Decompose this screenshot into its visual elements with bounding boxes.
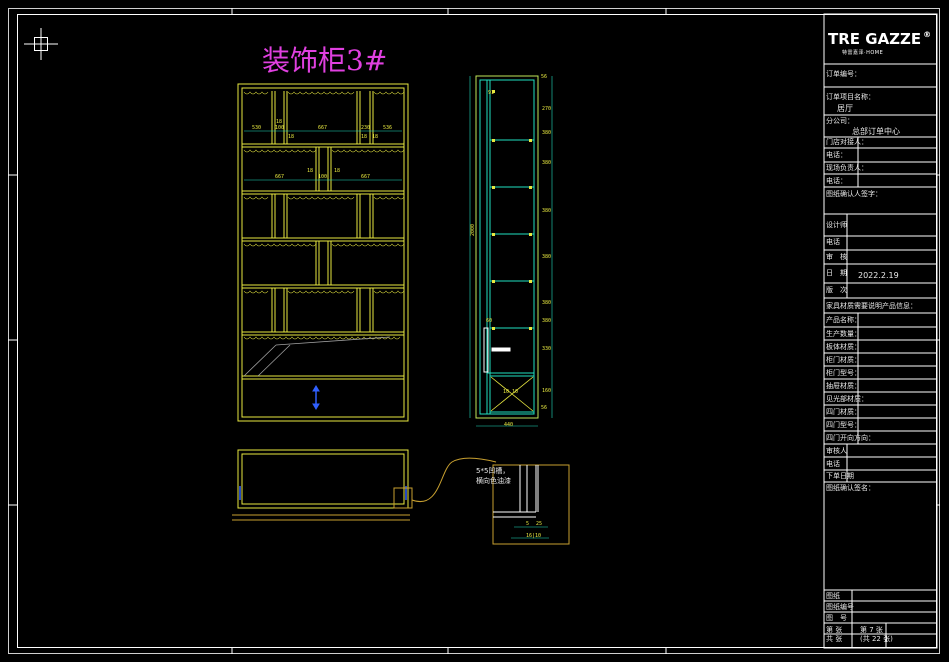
drawing-title: 装饰柜3# <box>262 44 388 77</box>
tb-edge-material-label: 见光部材质： <box>826 395 868 403</box>
cursor-crosshair <box>24 28 58 60</box>
tb-production-qty-label: 生产数量： <box>826 330 861 338</box>
tb-door-model-label: 柜门型号： <box>826 369 861 377</box>
dim-depth-label: 440 <box>504 422 514 428</box>
brand-logo-text: TRE GAZZE <box>828 30 922 48</box>
dim-label: 100 <box>318 174 328 180</box>
tb-product-name-label: 产品名称： <box>826 316 861 324</box>
dim-label: 56 <box>541 405 548 411</box>
dim-label: 330 <box>542 346 552 352</box>
dim-label: 667 <box>275 174 285 180</box>
tb-review-label: 审 核 <box>826 253 847 261</box>
dim-label: 56 <box>541 74 548 80</box>
dim-label: 18 <box>288 134 295 140</box>
tb-designer-label: 设计师 <box>826 221 847 229</box>
door-open-arrow-icon <box>312 385 320 410</box>
tb-drawing-no-label: 图纸编号 <box>826 603 854 611</box>
tb-board-material-label: 板体材质： <box>826 343 861 351</box>
dim-label: 5 <box>526 521 530 527</box>
side-section <box>475 75 539 419</box>
tb-sign-label: 图纸确认签名： <box>826 484 875 492</box>
dim-label: 16|10 <box>526 533 542 539</box>
plan-view <box>237 449 409 509</box>
tb-pages-label: 第 张 <box>826 626 843 634</box>
tb-phone-label: 电话 <box>826 238 840 246</box>
slot-note-line1: 5*5凹槽， <box>476 467 510 475</box>
tb-branch-label: 分公司： <box>826 117 854 125</box>
dim-label: 25 <box>536 521 543 527</box>
dim-label: 667 <box>318 125 328 131</box>
tb-drawer-material-label: 抽屉材质： <box>826 382 861 390</box>
tb-reviewer-label: 审核人 <box>826 447 847 455</box>
plan-base-line <box>232 514 410 521</box>
dim-label: 380 <box>542 130 552 136</box>
dim-label: 18 <box>334 168 341 174</box>
tb-version-label: 版 次 <box>826 286 847 294</box>
front-lower-hatch <box>243 336 391 377</box>
dim-label: 380 <box>542 318 552 324</box>
dim-label: 530 <box>252 125 262 131</box>
tb-project-value: 居厅 <box>837 104 853 113</box>
tb-branch-value: 总部订单中心 <box>852 127 900 136</box>
tb-door-material-label: 柜门材质： <box>826 356 861 364</box>
tb-project-label: 订单项目名称： <box>826 93 875 101</box>
tb-phone-label: 电话： <box>826 177 847 185</box>
tb-pages-of-label: 共 张 <box>826 635 843 643</box>
tb-drawing-label: 图纸 <box>826 592 840 600</box>
slot-note-line2: 横向色油漆 <box>476 477 511 485</box>
tb-total-label: (共 22 张) <box>860 635 893 643</box>
tb-order-no-label: 订单编号： <box>826 70 861 78</box>
dim-label: 380 <box>542 208 552 214</box>
dim-label: 100 <box>275 125 285 131</box>
dim-label: 18 <box>372 134 379 140</box>
brand-logo-sub: 特雷嘉泽·HOME <box>842 50 884 56</box>
dim-label: 230 <box>361 125 371 131</box>
dim-height-label: 2000 <box>470 223 476 236</box>
dim-label: 667 <box>361 174 371 180</box>
tb-store-contact-label: 门店对接人： <box>826 138 868 146</box>
cad-canvas[interactable] <box>0 0 949 662</box>
dim-label: 380 <box>542 300 552 306</box>
dim-label: 10 10 <box>503 389 519 395</box>
tb-furniture-note: 家具材质需要说明产品信息： <box>826 302 917 310</box>
plan-edge-marks <box>239 486 407 500</box>
side-drawer-cross <box>475 75 539 419</box>
tb-door-open-label: 四门开向方向： <box>826 434 875 442</box>
dim-label: 18 <box>307 168 314 174</box>
dim-label: 160 <box>542 388 552 394</box>
side-shelf-dots <box>492 90 532 330</box>
brand-logo: TRE GAZZE ® <box>828 30 931 48</box>
dim-label: 18 <box>361 134 368 140</box>
tb-date-label: 日 期 <box>826 269 847 277</box>
tb-handle-model-label: 四门型号： <box>826 421 861 429</box>
dim-label: 270 <box>542 106 552 112</box>
tb-customer-confirm-label: 图纸确认人签字： <box>826 190 882 198</box>
dim-label: 91 <box>488 90 495 96</box>
tb-hinge-material-label: 四门材质： <box>826 408 861 416</box>
side-inner-panel <box>483 327 511 373</box>
dim-label: 536 <box>383 125 393 131</box>
front-dimension-lines <box>244 130 402 181</box>
tb-scale-label: 图 号 <box>826 614 847 622</box>
dim-label: 380 <box>542 160 552 166</box>
dim-label: 380 <box>542 254 552 260</box>
tb-phone-label: 电话： <box>826 151 847 159</box>
tb-site-manager-label: 现场负责人： <box>826 164 868 172</box>
registered-mark-icon: ® <box>923 30 932 39</box>
tb-sheet-label: 第 7 张 <box>860 626 883 634</box>
tb-phone-label: 电话 <box>826 460 840 468</box>
dim-label: 60 <box>486 318 493 324</box>
tb-date-value: 2022.2.19 <box>858 271 899 280</box>
tb-order-date-label: 下单日期 <box>826 472 854 480</box>
frame-ticks <box>8 8 940 654</box>
